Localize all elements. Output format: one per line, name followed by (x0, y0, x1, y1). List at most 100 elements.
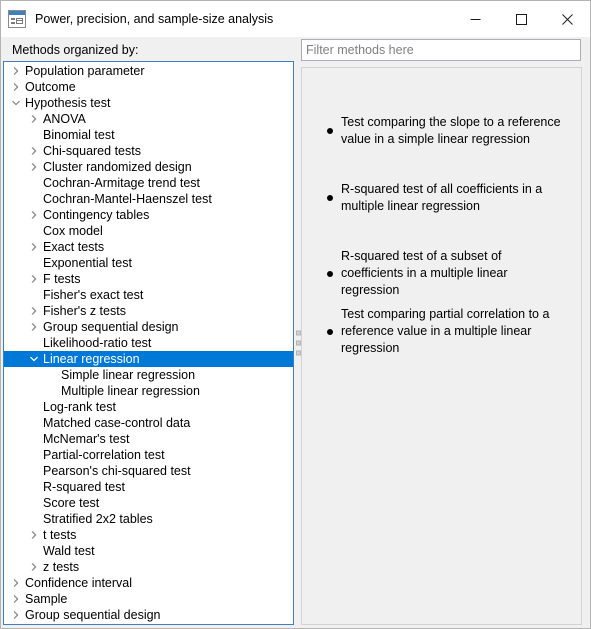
chevron-right-icon (31, 323, 37, 331)
tree-item[interactable]: Matched case-control data (4, 415, 293, 431)
chevron-right-icon[interactable] (26, 527, 42, 543)
chevron-right-icon[interactable] (26, 207, 42, 223)
method-result-item[interactable]: Test comparing partial correlation to a … (302, 306, 581, 357)
tree-item-label: Likelihood-ratio test (43, 336, 152, 350)
chevron-right-icon[interactable] (26, 143, 42, 159)
tree-item[interactable]: ANOVA (4, 111, 293, 127)
tree-item[interactable]: Cochran-Mantel-Haenszel test (4, 191, 293, 207)
minimize-icon (470, 18, 480, 20)
tree-item-label: Multiple linear regression (61, 384, 200, 398)
tree-item[interactable]: z tests (4, 559, 293, 575)
tree-item[interactable]: Stratified 2x2 tables (4, 511, 293, 527)
tree-item[interactable]: Fisher's z tests (4, 303, 293, 319)
chevron-right-icon (31, 243, 37, 251)
tree-item[interactable]: Sample (4, 591, 293, 607)
tree-item-label: Cochran-Armitage trend test (43, 176, 201, 190)
tree-item[interactable]: Contingency tables (4, 207, 293, 223)
methods-tree[interactable]: Population parameter Outcome Hypothesis te… (4, 63, 293, 624)
tree-item[interactable]: Population parameter (4, 63, 293, 79)
tree-item[interactable]: Partial-correlation test (4, 447, 293, 463)
chevron-right-icon[interactable] (26, 271, 42, 287)
tree-twisty-placeholder (26, 447, 42, 463)
tree-item[interactable]: McNemar's test (4, 431, 293, 447)
chevron-right-icon[interactable] (8, 591, 24, 607)
tree-item[interactable]: F tests (4, 271, 293, 287)
tree-item[interactable]: Chi-squared tests (4, 143, 293, 159)
tree-item-label: Group sequential design (25, 608, 161, 622)
methods-results-panel[interactable]: Test comparing the slope to a reference … (301, 67, 582, 625)
chevron-down-icon[interactable] (8, 95, 24, 111)
tree-item[interactable]: Log-rank test (4, 399, 293, 415)
tree-item[interactable]: Multiple linear regression (4, 383, 293, 399)
tree-item[interactable]: Linear regression (4, 351, 293, 367)
tree-item[interactable]: Cluster randomized design (4, 159, 293, 175)
close-icon (561, 13, 573, 25)
tree-item[interactable]: Simple linear regression (4, 367, 293, 383)
tree-twisty-placeholder (44, 367, 60, 383)
tree-item[interactable]: Cochran-Armitage trend test (4, 175, 293, 191)
method-result-label: Test comparing partial correlation to a … (341, 307, 550, 355)
tree-item[interactable]: Confidence interval (4, 575, 293, 591)
method-result-item[interactable]: R-squared test of all coefficients in a … (302, 181, 581, 215)
chevron-right-icon[interactable] (26, 239, 42, 255)
chevron-down-icon[interactable] (26, 351, 42, 367)
method-result-item[interactable]: R-squared test of a subset of coefficien… (302, 248, 581, 299)
tree-twisty-placeholder (26, 495, 42, 511)
tree-twisty-placeholder (26, 191, 42, 207)
tree-item[interactable]: Likelihood-ratio test (4, 335, 293, 351)
maximize-button[interactable] (498, 1, 544, 37)
chevron-right-icon[interactable] (26, 111, 42, 127)
chevron-right-icon (13, 595, 19, 603)
tree-item-label: Exponential test (43, 256, 132, 270)
chevron-right-icon[interactable] (8, 79, 24, 95)
tree-item[interactable]: Outcome (4, 79, 293, 95)
close-button[interactable] (544, 1, 590, 37)
tree-item-label: Simple linear regression (61, 368, 196, 382)
title-bar[interactable]: Power, precision, and sample-size analys… (1, 1, 590, 37)
tree-item-label: Population parameter (25, 64, 145, 78)
tree-item[interactable]: Exact tests (4, 239, 293, 255)
tree-item-label: Linear regression (43, 352, 140, 366)
chevron-right-icon (13, 83, 19, 91)
tree-twisty-placeholder (26, 415, 42, 431)
tree-item[interactable]: Binomial test (4, 127, 293, 143)
chevron-right-icon (13, 579, 19, 587)
tree-item-label: Cox model (43, 224, 103, 238)
chevron-right-icon (31, 307, 37, 315)
chevron-right-icon[interactable] (26, 559, 42, 575)
chevron-right-icon[interactable] (26, 319, 42, 335)
tree-twisty-placeholder (26, 511, 42, 527)
chevron-right-icon[interactable] (8, 575, 24, 591)
tree-item-label: Wald test (43, 544, 95, 558)
methods-tree-panel[interactable]: Population parameter Outcome Hypothesis te… (3, 61, 294, 625)
tree-item[interactable]: t tests (4, 527, 293, 543)
tree-item[interactable]: R-squared test (4, 479, 293, 495)
tree-item[interactable]: Score test (4, 495, 293, 511)
method-result-item[interactable]: Test comparing the slope to a reference … (302, 114, 581, 148)
tree-item[interactable]: Wald test (4, 543, 293, 559)
tree-item[interactable]: Group sequential design (4, 319, 293, 335)
chevron-right-icon[interactable] (8, 607, 24, 623)
tree-twisty-placeholder (26, 287, 42, 303)
tree-item[interactable]: Group sequential design (4, 607, 293, 623)
method-result-label: R-squared test of a subset of coefficien… (341, 249, 508, 297)
tree-item[interactable]: Hypothesis test (4, 95, 293, 111)
tree-item-label: z tests (43, 560, 80, 574)
filter-methods-input[interactable] (301, 39, 581, 61)
chevron-right-icon (31, 147, 37, 155)
tree-item-label: F tests (43, 272, 81, 286)
tree-item-label: Outcome (25, 80, 76, 94)
chevron-right-icon (13, 611, 19, 619)
tree-item[interactable]: Pearson's chi-squared test (4, 463, 293, 479)
tree-item[interactable]: Cox model (4, 223, 293, 239)
tree-item[interactable]: Exponential test (4, 255, 293, 271)
chevron-right-icon[interactable] (26, 159, 42, 175)
chevron-right-icon[interactable] (8, 63, 24, 79)
tree-twisty-placeholder (26, 335, 42, 351)
minimize-button[interactable] (452, 1, 498, 37)
bullet-icon (327, 270, 333, 277)
tree-item[interactable]: Fisher's exact test (4, 287, 293, 303)
window-title: Power, precision, and sample-size analys… (35, 12, 274, 26)
methods-results-list[interactable]: Test comparing the slope to a reference … (302, 68, 581, 624)
chevron-right-icon[interactable] (26, 303, 42, 319)
